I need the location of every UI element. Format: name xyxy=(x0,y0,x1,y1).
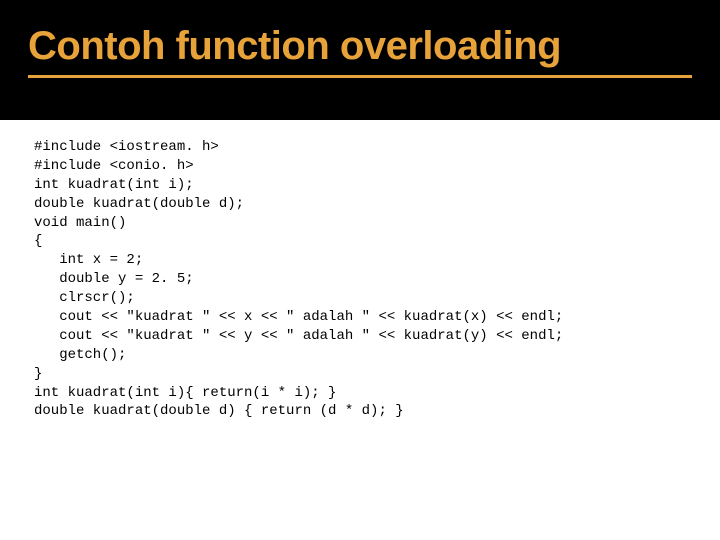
code-line: #include <iostream. h> xyxy=(34,139,219,155)
code-line: int x = 2; xyxy=(34,252,143,268)
slide-header: Contoh function overloading xyxy=(0,0,720,120)
code-line: { xyxy=(34,233,42,249)
code-line: int kuadrat(int i); xyxy=(34,177,194,193)
code-line: cout << "kuadrat " << x << " adalah " <<… xyxy=(34,309,563,325)
code-line: getch(); xyxy=(34,347,126,363)
code-line: } xyxy=(34,366,42,382)
code-line: double kuadrat(double d) { return (d * d… xyxy=(34,403,404,419)
code-block: #include <iostream. h> #include <conio. … xyxy=(34,138,686,421)
slide-title: Contoh function overloading xyxy=(28,24,692,69)
title-underline xyxy=(28,75,692,78)
code-line: int kuadrat(int i){ return(i * i); } xyxy=(34,385,336,401)
code-line: clrscr(); xyxy=(34,290,135,306)
code-line: void main() xyxy=(34,215,126,231)
code-line: #include <conio. h> xyxy=(34,158,194,174)
code-line: cout << "kuadrat " << y << " adalah " <<… xyxy=(34,328,563,344)
slide-content: #include <iostream. h> #include <conio. … xyxy=(0,120,720,439)
code-line: double y = 2. 5; xyxy=(34,271,194,287)
code-line: double kuadrat(double d); xyxy=(34,196,244,212)
